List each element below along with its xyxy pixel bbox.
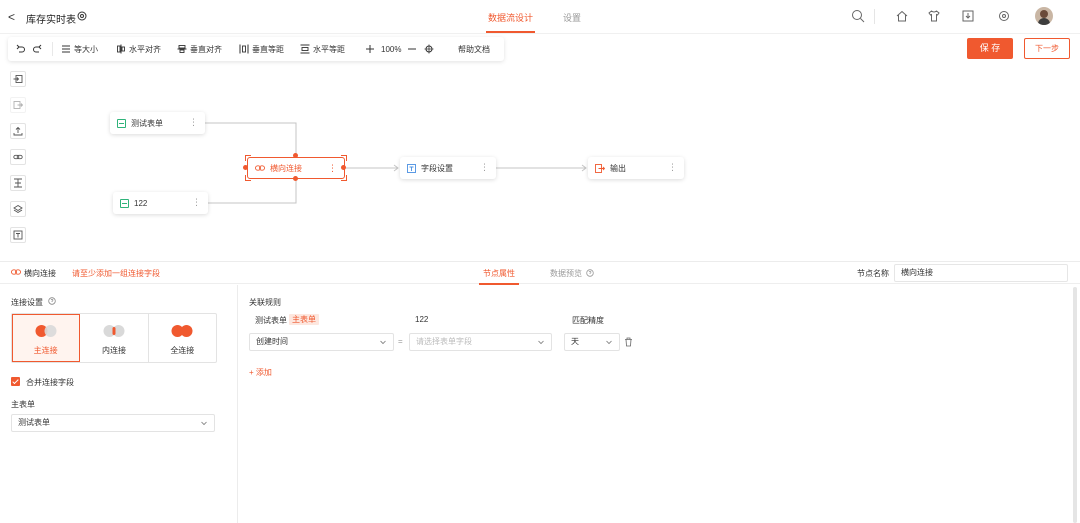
connect-handle-right[interactable]	[341, 165, 346, 170]
input-icon	[120, 198, 129, 208]
tab-data-preview[interactable]: 数据预览	[550, 268, 594, 279]
merge-fields-label: 合并连接字段	[26, 378, 74, 387]
main-table-select[interactable]: 测试表单	[11, 414, 215, 432]
main-table-label: 主表单	[11, 400, 35, 409]
more-icon[interactable]: ⋮	[480, 162, 489, 173]
tab-data-preview-label: 数据预览	[550, 269, 582, 278]
more-icon[interactable]: ⋮	[192, 197, 201, 208]
output-icon	[595, 163, 605, 173]
node-label: 测试表单	[131, 118, 163, 128]
node-output[interactable]: 输出 ⋮	[588, 157, 684, 179]
help-icon	[586, 269, 594, 277]
node-label: 横向连接	[270, 163, 302, 173]
join-option-full[interactable]: 全连接	[149, 314, 216, 362]
chevron-down-icon	[538, 340, 544, 345]
rules-label: 关联规则	[249, 298, 281, 307]
selection-corner	[245, 175, 251, 181]
link-icon	[11, 269, 21, 275]
node-label: 输出	[610, 163, 626, 173]
full-join-icon	[171, 325, 193, 337]
join-field-warning: 请至少添加一组连接字段	[72, 269, 160, 278]
connect-handle-left[interactable]	[243, 165, 248, 170]
tab-node-properties[interactable]: 节点属性	[479, 268, 519, 285]
primary-join-icon	[35, 325, 57, 337]
left-field-select[interactable]: 创建时间	[249, 333, 394, 351]
node-name-input[interactable]: 横向连接	[894, 264, 1068, 282]
input-icon	[117, 118, 126, 128]
field-icon	[407, 163, 416, 173]
merge-fields-checkbox[interactable]	[11, 377, 20, 386]
chevron-down-icon	[380, 340, 386, 345]
scrollbar[interactable]	[1073, 287, 1077, 523]
join-option-primary[interactable]: 主连接	[12, 314, 81, 362]
panel-node-name: 横向连接	[24, 269, 56, 278]
rule-col-left: 测试表单	[255, 316, 287, 325]
node-test-form[interactable]: 测试表单 ⋮	[110, 112, 205, 134]
join-settings-section: 连接设置 主连接 内连接 全连接 合并连接字段 主表单 测试表单	[0, 285, 238, 523]
precision-select[interactable]: 天	[564, 333, 620, 351]
rule-col-mid: 122	[415, 315, 429, 324]
panel-header: 横向连接 请至少添加一组连接字段 节点属性 数据预览 节点名称 横向连接	[0, 262, 1080, 285]
main-table-tag: 主表单	[289, 314, 319, 325]
more-icon[interactable]: ⋮	[328, 163, 337, 174]
selection-corner	[341, 175, 347, 181]
selection-corner	[245, 155, 251, 161]
node-field-settings[interactable]: 字段设置 ⋮	[400, 157, 496, 179]
rule-col-right: 匹配精度	[572, 316, 604, 325]
join-rules-section: 关联规则 测试表单 主表单 122 匹配精度 创建时间 = 请选择表单字段 天 …	[239, 285, 1080, 523]
right-field-placeholder: 请选择表单字段	[416, 337, 472, 346]
chevron-down-icon	[606, 340, 612, 345]
equals-sign: =	[398, 337, 403, 346]
delete-icon[interactable]	[624, 337, 633, 347]
join-option-inner[interactable]: 内连接	[80, 314, 149, 362]
link-icon	[255, 165, 265, 171]
join-type-selector: 主连接 内连接 全连接	[11, 313, 217, 363]
connect-handle-top[interactable]	[293, 153, 298, 158]
inner-join-icon	[103, 325, 125, 337]
join-option-label: 内连接	[101, 346, 126, 355]
node-122[interactable]: 122 ⋮	[113, 192, 208, 214]
right-field-select[interactable]: 请选择表单字段	[409, 333, 552, 351]
more-icon[interactable]: ⋮	[189, 117, 198, 128]
connect-handle-bottom[interactable]	[293, 176, 298, 181]
node-name-label: 节点名称	[857, 269, 889, 278]
join-option-label: 主连接	[33, 346, 58, 355]
join-option-label: 全连接	[170, 346, 195, 355]
chevron-down-icon	[201, 421, 207, 426]
main-table-value: 测试表单	[18, 418, 50, 427]
selection-corner	[341, 155, 347, 161]
precision-value: 天	[571, 337, 579, 346]
node-label: 字段设置	[421, 163, 453, 173]
help-icon[interactable]	[48, 297, 56, 305]
left-field-value: 创建时间	[256, 337, 288, 346]
add-rule-button[interactable]: + 添加	[249, 367, 272, 378]
node-label: 122	[134, 198, 148, 208]
more-icon[interactable]: ⋮	[668, 162, 677, 173]
node-properties-panel: 横向连接 请至少添加一组连接字段 节点属性 数据预览 节点名称 横向连接 连接设…	[0, 261, 1080, 523]
join-settings-label: 连接设置	[11, 298, 43, 307]
